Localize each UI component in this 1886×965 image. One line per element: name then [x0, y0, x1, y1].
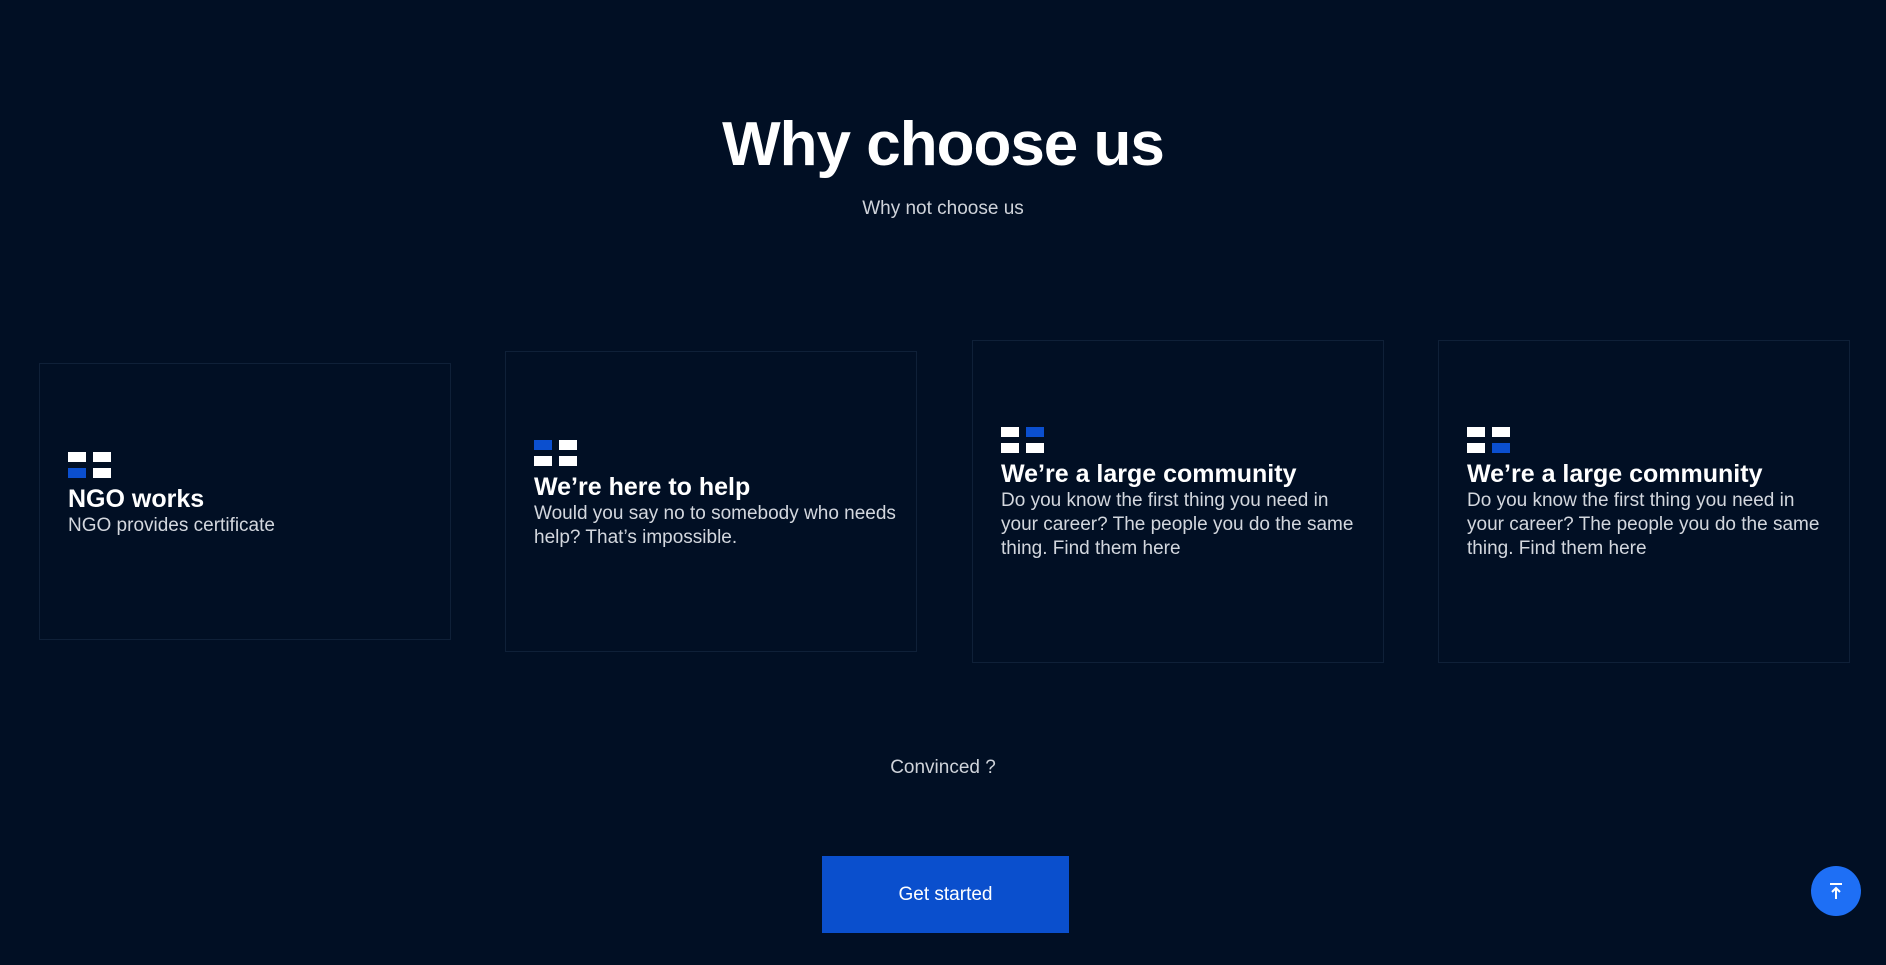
feature-card: NGO works NGO provides certificate [39, 363, 451, 640]
grid-icon [68, 452, 430, 478]
cta-prompt: Convinced ? [890, 757, 996, 778]
arrow-up-to-top-icon [1828, 882, 1844, 900]
card-description: Would you say no to somebody who needs h… [534, 503, 896, 548]
feature-card: We’re here to help Would you say no to s… [505, 351, 917, 652]
card-title: We’re a large community [1467, 460, 1763, 488]
card-title: We’re here to help [534, 473, 751, 501]
card-description: Do you know the first thing you need in … [1001, 490, 1354, 559]
scroll-to-top-button[interactable] [1811, 866, 1861, 916]
card-description: Do you know the first thing you need in … [1467, 490, 1820, 559]
section-title: Why choose us [722, 110, 1165, 179]
card-title: NGO works [68, 485, 205, 513]
feature-card: We’re a large community Do you know the … [1438, 340, 1850, 663]
card-description: NGO provides certificate [68, 515, 275, 536]
section-subtitle: Why not choose us [862, 198, 1024, 219]
grid-icon [534, 440, 896, 466]
card-title: We’re a large community [1001, 460, 1297, 488]
feature-card: We’re a large community Do you know the … [972, 340, 1384, 663]
grid-icon [1001, 427, 1363, 453]
get-started-button[interactable]: Get started [822, 856, 1069, 933]
grid-icon [1467, 427, 1829, 453]
